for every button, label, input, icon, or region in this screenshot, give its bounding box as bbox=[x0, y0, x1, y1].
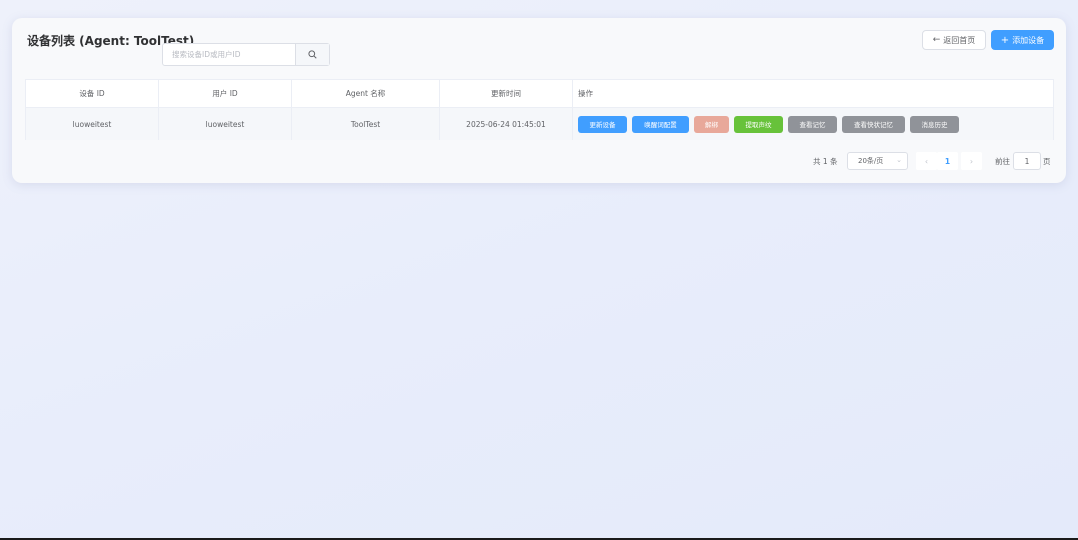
chevron-right-icon: › bbox=[969, 156, 974, 166]
column-header-device-id: 设备 ID bbox=[26, 80, 159, 107]
search-icon bbox=[308, 50, 317, 59]
device-list-card: 设备列表 (Agent: ToolTest) ← 返回首页 + 添加设备 设备 … bbox=[12, 18, 1066, 183]
table-header: 设备 ID 用户 ID Agent 名称 更新时间 操作 bbox=[26, 80, 1053, 108]
cell-agent-name: ToolTest bbox=[292, 108, 440, 140]
view-memory-button[interactable]: 查看记忆 bbox=[788, 115, 837, 133]
update-device-button[interactable]: 更新设备 bbox=[578, 115, 627, 133]
add-device-label: 添加设备 bbox=[1012, 35, 1045, 45]
page-number-button[interactable]: 1 bbox=[937, 152, 958, 170]
wake-word-config-button[interactable]: 唤醒词配置 bbox=[632, 115, 689, 133]
cell-user-id: luoweitest bbox=[159, 108, 292, 140]
view-quick-memory-button[interactable]: 查看快状记忆 bbox=[842, 115, 905, 133]
goto-suffix: 页 bbox=[1043, 156, 1051, 166]
device-table: 设备 ID 用户 ID Agent 名称 更新时间 操作 luoweitest … bbox=[25, 79, 1054, 140]
search-input[interactable] bbox=[163, 44, 296, 65]
chevron-down-icon: ⌄ bbox=[896, 156, 902, 164]
table-row: luoweitest luoweitest ToolTest 2025-06-2… bbox=[26, 108, 1053, 140]
extract-voiceprint-button[interactable]: 提取声纹 bbox=[734, 115, 783, 133]
cell-actions: 更新设备 唤醒词配置 解绑 提取声纹 查看记忆 查看快状记忆 消息历史 bbox=[573, 108, 1053, 140]
plus-icon: + bbox=[1000, 34, 1010, 46]
add-device-button[interactable]: + 添加设备 bbox=[991, 30, 1054, 50]
search-box bbox=[162, 43, 330, 66]
goto-prefix: 前往 bbox=[995, 156, 1010, 166]
arrow-left-icon: ← bbox=[932, 35, 941, 45]
column-header-agent-name: Agent 名称 bbox=[292, 80, 440, 107]
goto-page-input[interactable] bbox=[1013, 152, 1041, 170]
unbind-button[interactable]: 解绑 bbox=[694, 115, 729, 133]
cell-device-id: luoweitest bbox=[26, 108, 159, 140]
column-header-actions: 操作 bbox=[578, 89, 593, 98]
message-history-button[interactable]: 消息历史 bbox=[910, 115, 959, 133]
pagination-total: 共 1 条 bbox=[813, 156, 838, 166]
prev-page-button[interactable]: ‹ bbox=[916, 152, 937, 170]
back-home-button[interactable]: ← 返回首页 bbox=[922, 30, 986, 50]
cell-updated-at: 2025-06-24 01:45:01 bbox=[440, 108, 573, 140]
back-home-label: 返回首页 bbox=[943, 35, 976, 45]
column-header-user-id: 用户 ID bbox=[159, 80, 292, 107]
search-button[interactable] bbox=[295, 44, 329, 65]
page-size-value: 20条/页 bbox=[858, 157, 884, 165]
page-size-select[interactable]: 20条/页 ⌄ bbox=[847, 152, 908, 170]
chevron-left-icon: ‹ bbox=[924, 156, 929, 166]
next-page-button[interactable]: › bbox=[961, 152, 982, 170]
column-header-updated-at: 更新时间 bbox=[440, 80, 573, 107]
current-page-number: 1 bbox=[944, 156, 951, 166]
